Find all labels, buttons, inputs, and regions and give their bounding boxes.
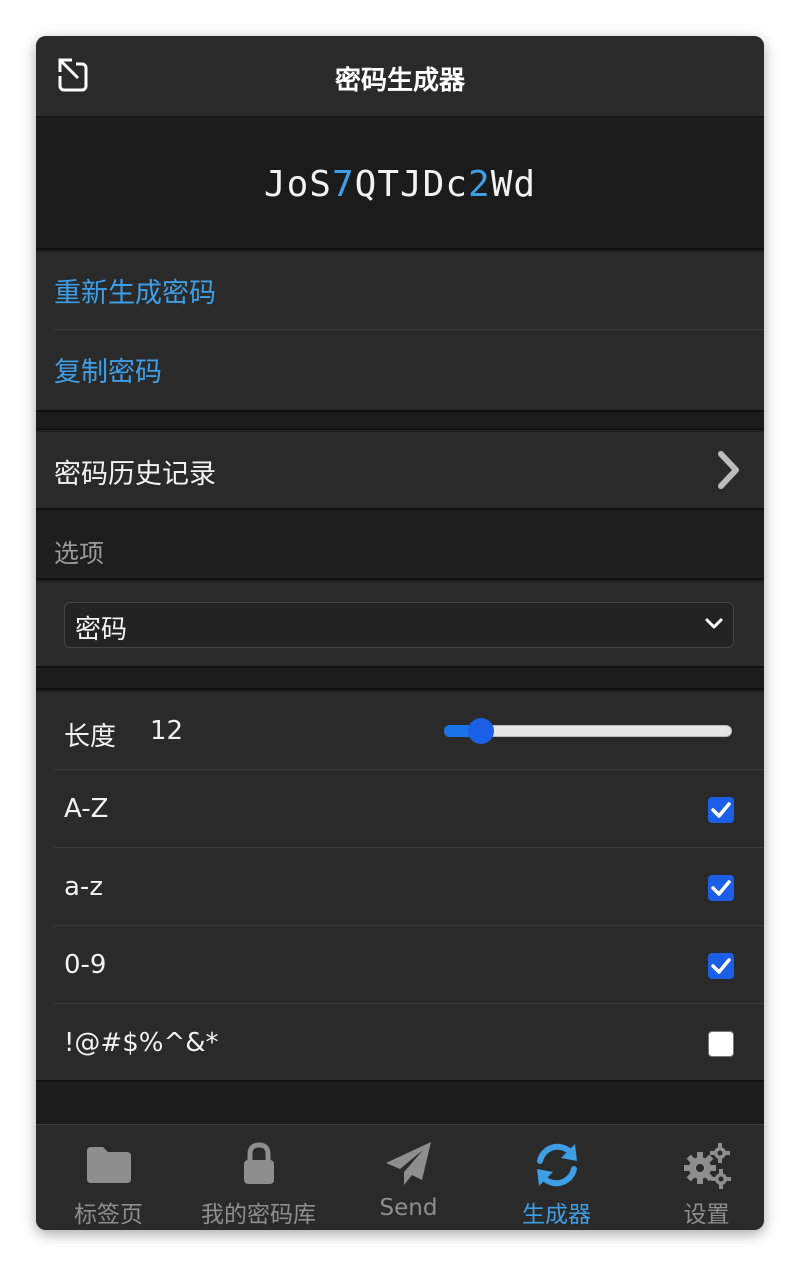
password-history-label: 密码历史记录 <box>54 459 216 490</box>
refresh-icon <box>536 1143 577 1187</box>
app-window: 密码生成器 JoS7QTJDc2Wd 重新生成密码 复制密码 密码历史记录 选项… <box>36 36 764 1230</box>
section-divider <box>36 1084 764 1124</box>
lowercase-row: a-z <box>54 848 764 926</box>
section-divider <box>36 410 764 430</box>
special-row: !@#$%^&* <box>54 1004 764 1082</box>
tab-settings-label: 设置 <box>683 1202 730 1228</box>
tab-vault-label: 我的密码库 <box>201 1202 316 1228</box>
numbers-checkbox[interactable] <box>708 953 734 979</box>
special-checkbox[interactable] <box>708 1031 734 1057</box>
length-slider[interactable] <box>444 718 732 744</box>
length-row: 长度 12 <box>54 692 764 770</box>
lock-icon <box>243 1142 274 1184</box>
chevron-down-icon <box>705 618 723 629</box>
numbers-label: 0-9 <box>64 950 107 980</box>
section-divider <box>36 670 764 690</box>
length-label: 长度 <box>64 722 117 752</box>
send-icon <box>385 1142 431 1185</box>
type-select-row: 密码 <box>36 582 764 668</box>
numbers-row: 0-9 <box>54 926 764 1004</box>
tab-tabs[interactable]: 标签页 <box>36 1125 181 1230</box>
gears-icon <box>683 1143 731 1189</box>
options-heading: 选项 <box>36 512 764 580</box>
special-label: !@#$%^&* <box>64 1028 219 1058</box>
lowercase-checkbox[interactable] <box>708 875 734 901</box>
password-history-row[interactable]: 密码历史记录 <box>36 432 764 510</box>
tab-settings[interactable]: 设置 <box>634 1125 764 1230</box>
tab-vault[interactable]: 我的密码库 <box>186 1125 331 1230</box>
tab-send-label: Send <box>379 1195 438 1221</box>
header: 密码生成器 <box>36 36 764 118</box>
slider-thumb[interactable] <box>467 718 494 744</box>
uppercase-row: A-Z <box>54 770 764 848</box>
password-actions: 重新生成密码 复制密码 <box>36 252 764 410</box>
password-type-value: 密码 <box>75 615 128 645</box>
uppercase-label: A-Z <box>64 794 109 824</box>
options-heading-label: 选项 <box>54 539 105 568</box>
generated-password[interactable]: JoS7QTJDc2Wd <box>264 164 536 205</box>
uppercase-checkbox[interactable] <box>708 797 734 823</box>
generated-password-box: JoS7QTJDc2Wd <box>36 120 764 250</box>
page-title: 密码生成器 <box>334 66 465 96</box>
chevron-right-icon <box>718 451 739 489</box>
tab-generator[interactable]: 生成器 <box>484 1125 629 1230</box>
regenerate-password-button[interactable]: 重新生成密码 <box>54 252 764 330</box>
password-type-select[interactable]: 密码 <box>64 602 734 648</box>
generator-options: 长度 12 A-Z a-z 0-9 !@#$%^&* <box>36 692 764 1082</box>
length-value: 12 <box>150 716 184 746</box>
folder-icon <box>86 1147 131 1183</box>
copy-password-button[interactable]: 复制密码 <box>54 330 764 408</box>
tab-tabs-label: 标签页 <box>74 1202 143 1228</box>
tab-send[interactable]: Send <box>336 1125 481 1230</box>
tab-generator-label: 生成器 <box>522 1202 591 1228</box>
bottom-tab-bar: 标签页 我的密码库 Send 生成器 设置 <box>36 1124 764 1230</box>
lowercase-label: a-z <box>64 872 103 902</box>
